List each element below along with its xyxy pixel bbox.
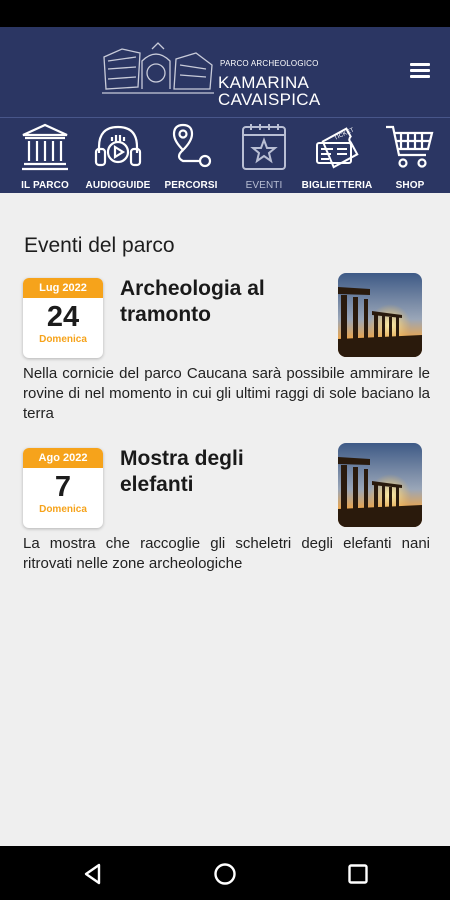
nav-label: PERCORSI bbox=[164, 180, 218, 191]
shopping-cart-icon bbox=[386, 125, 434, 168]
temple-icon bbox=[22, 123, 68, 171]
hamburger-menu-icon[interactable] bbox=[410, 63, 430, 79]
event-month: Lug 2022 bbox=[23, 278, 103, 298]
nav-label: IL PARCO bbox=[21, 180, 69, 191]
events-page: Eventi del parco Lug 2022 24 Domenica Ar… bbox=[0, 193, 450, 846]
event-day: 24 bbox=[46, 301, 80, 333]
event-thumbnail[interactable] bbox=[338, 273, 422, 357]
recents-icon[interactable] bbox=[345, 861, 371, 887]
logo-subtitle: PARCO ARCHEOLOGICO bbox=[220, 59, 319, 68]
event-description: Nella cornicie del parco Caucana sarà po… bbox=[23, 365, 430, 422]
nav-label: AUDIOGUIDE bbox=[85, 180, 151, 191]
nav-item-percorsi[interactable]: PERCORSI bbox=[153, 121, 229, 193]
main-nav: IL PARCO AUDIOGUIDE PERCORSI EVENTI TICK… bbox=[0, 117, 450, 193]
event-description: La mostra che raccoglie gli scheletri de… bbox=[23, 535, 430, 572]
ticket-icon: TICKET bbox=[316, 127, 359, 169]
event-date-badge: Ago 2022 7 Domenica bbox=[23, 448, 103, 528]
route-pin-icon bbox=[172, 123, 212, 168]
nav-label: BIGLIETTERIA bbox=[301, 180, 373, 191]
event-month: Ago 2022 bbox=[23, 448, 103, 468]
calendar-star-icon bbox=[242, 124, 286, 170]
nav-item-il-parco[interactable]: IL PARCO bbox=[7, 121, 83, 193]
back-icon[interactable] bbox=[80, 861, 106, 887]
nav-item-eventi[interactable]: EVENTI bbox=[226, 121, 302, 193]
home-icon[interactable] bbox=[212, 861, 238, 887]
event-date-badge: Lug 2022 24 Domenica bbox=[23, 278, 103, 358]
nav-label: SHOP bbox=[395, 180, 425, 191]
ruins-emblem-icon bbox=[102, 42, 214, 94]
logo-title-line2: CAVAISPICA bbox=[218, 90, 321, 109]
status-bar bbox=[0, 0, 450, 27]
nav-label: EVENTI bbox=[245, 180, 283, 191]
nav-item-shop[interactable]: SHOP bbox=[372, 121, 448, 193]
nav-item-biglietteria[interactable]: TICKET BIGLIETTERIA bbox=[299, 121, 375, 193]
event-day: 7 bbox=[54, 471, 72, 503]
headphones-icon bbox=[94, 125, 142, 167]
park-logo: PARCO ARCHEOLOGICO KAMARINA CAVAISPICA bbox=[100, 39, 330, 109]
event-title[interactable]: Mostra degli elefanti bbox=[120, 446, 290, 498]
logo-title-line1: KAMARINA bbox=[218, 73, 310, 92]
page-title: Eventi del parco bbox=[24, 234, 175, 257]
event-title[interactable]: Archeologia al tramonto bbox=[120, 276, 290, 328]
nav-item-audioguide[interactable]: AUDIOGUIDE bbox=[80, 121, 156, 193]
system-navigation-bar bbox=[0, 846, 450, 900]
event-weekday: Domenica bbox=[39, 334, 87, 345]
event-thumbnail[interactable] bbox=[338, 443, 422, 527]
app-header: PARCO ARCHEOLOGICO KAMARINA CAVAISPICA bbox=[0, 27, 450, 117]
event-weekday: Domenica bbox=[39, 504, 87, 515]
